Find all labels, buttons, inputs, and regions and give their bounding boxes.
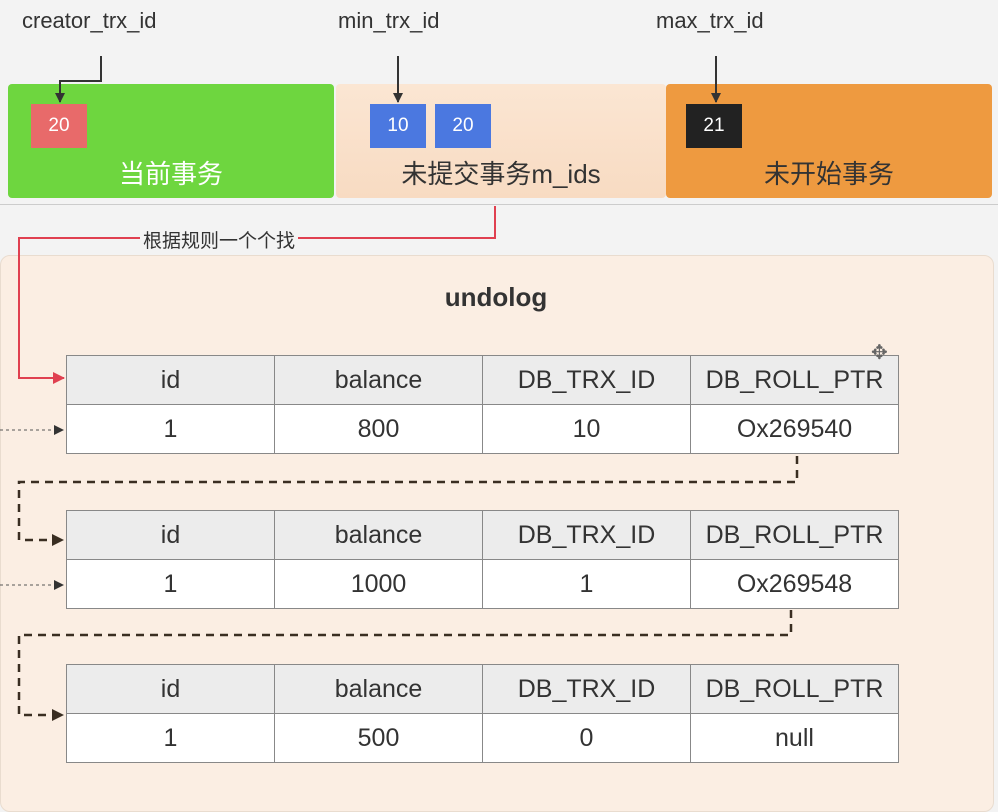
rule-note: 根据规则一个个找 — [140, 226, 299, 253]
connector-lines — [0, 56, 799, 721]
creator-pointer-arrow — [55, 56, 102, 103]
move-cursor-icon: ✥ — [871, 342, 888, 364]
roll-pointer-chain-1 — [17, 456, 799, 546]
roll-pointer-chain-2 — [17, 610, 793, 721]
